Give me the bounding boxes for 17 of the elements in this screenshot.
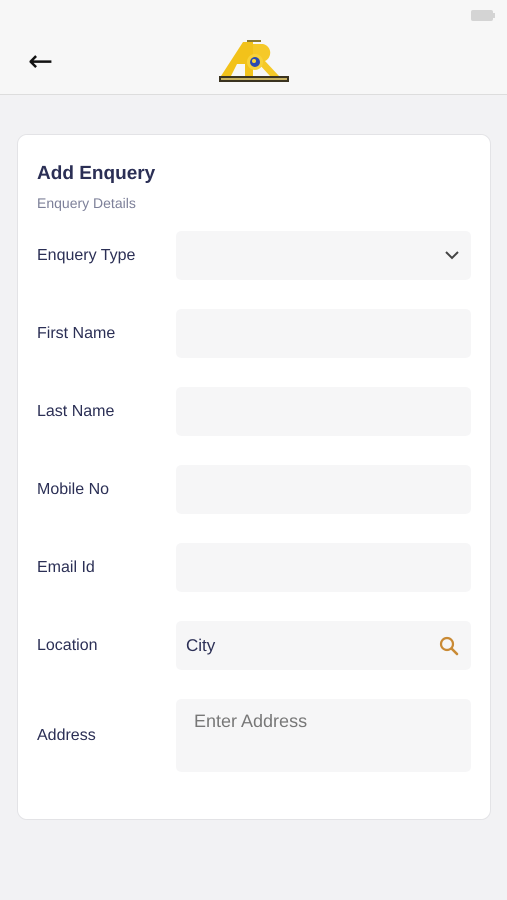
field-label: Last Name [37,402,116,420]
back-button[interactable]: ← [24,47,58,77]
field-label: Address [37,726,97,744]
field-label: First Name [37,324,116,342]
battery-icon [471,10,495,20]
logo-drawing [219,38,289,84]
form-title: Add Enquery [37,163,156,185]
chevron-down-icon [445,251,459,260]
field-label: Enquery Type [37,246,136,264]
search-field[interactable]: City [176,621,471,670]
search-icon [439,636,459,656]
form-subtitle: Enquery Details [37,195,137,211]
field-label: Location [37,636,98,654]
address-field[interactable]: Enter Address [176,699,471,772]
field-label: Mobile No [37,480,110,498]
field-label: Email Id [37,558,96,576]
dropdown-field[interactable] [176,231,471,280]
